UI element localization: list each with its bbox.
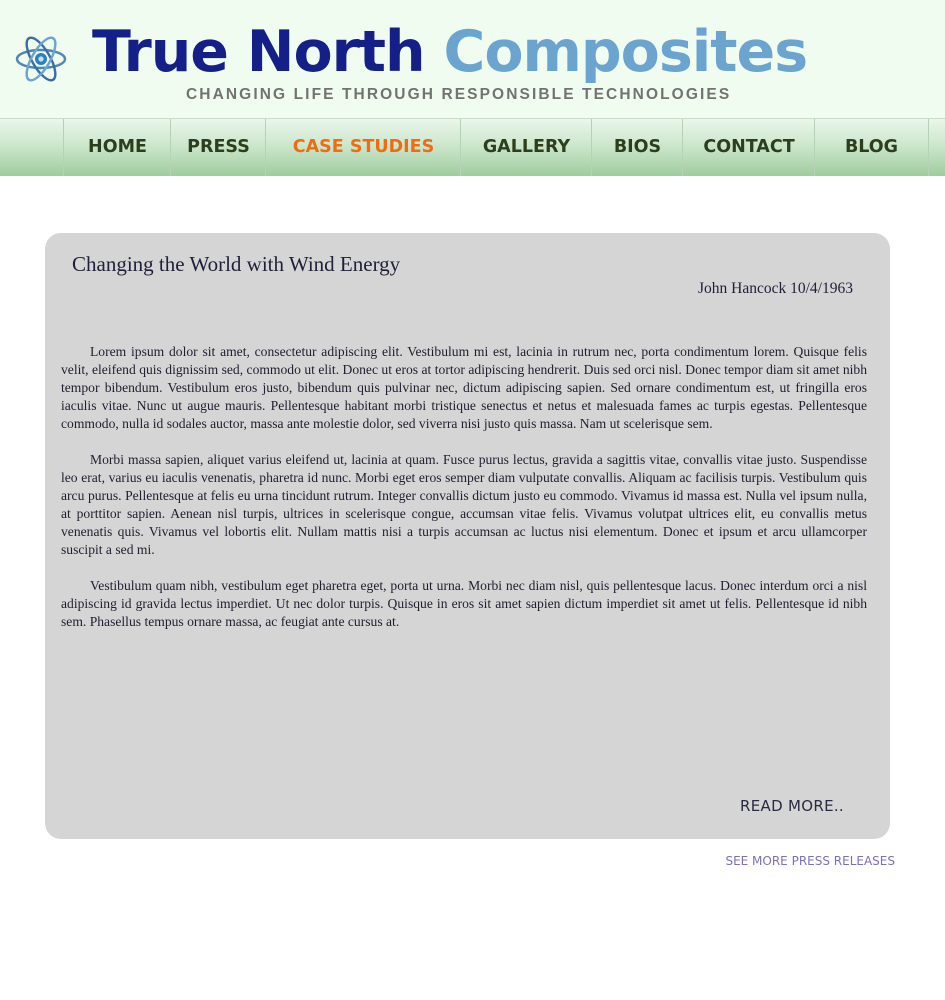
- brand-word-secondary: Composites: [443, 19, 808, 85]
- atom-icon[interactable]: [14, 32, 68, 86]
- nav-item-contact[interactable]: CONTACT: [682, 119, 815, 176]
- nav-item-bios[interactable]: BIOS: [591, 119, 683, 176]
- tagline: CHANGING LIFE THROUGH RESPONSIBLE TECHNO…: [186, 86, 732, 103]
- nav-item-gallery[interactable]: GALLERY: [460, 119, 592, 176]
- nav-item-blog[interactable]: BLOG: [814, 119, 929, 176]
- article-body: Lorem ipsum dolor sit amet, consectetur …: [61, 343, 867, 649]
- article-title: Changing the World with Wind Energy: [72, 252, 401, 276]
- see-more-press-releases-link[interactable]: SEE MORE PRESS RELEASES: [725, 854, 895, 868]
- article-card: Changing the World with Wind Energy John…: [45, 233, 890, 839]
- nav-item-case-studies[interactable]: CASE STUDIES: [265, 119, 461, 176]
- article-byline: John Hancock 10/4/1963: [698, 280, 853, 297]
- brand-name[interactable]: True North Composites: [92, 14, 808, 90]
- article-paragraph: Morbi massa sapien, aliquet varius eleif…: [61, 452, 867, 557]
- nav-item-press[interactable]: PRESS: [170, 119, 266, 176]
- read-more-link[interactable]: READ MORE..: [740, 797, 844, 815]
- brand-word-primary: True North: [92, 19, 426, 85]
- nav-item-home[interactable]: HOME: [63, 119, 171, 176]
- article-paragraph: Lorem ipsum dolor sit amet, consectetur …: [61, 344, 867, 431]
- site-header: True North Composites CHANGING LIFE THRO…: [0, 0, 945, 118]
- article-paragraph: Vestibulum quam nibh, vestibulum eget ph…: [61, 578, 867, 629]
- main-nav: HOME PRESS CASE STUDIES GALLERY BIOS CON…: [0, 118, 945, 176]
